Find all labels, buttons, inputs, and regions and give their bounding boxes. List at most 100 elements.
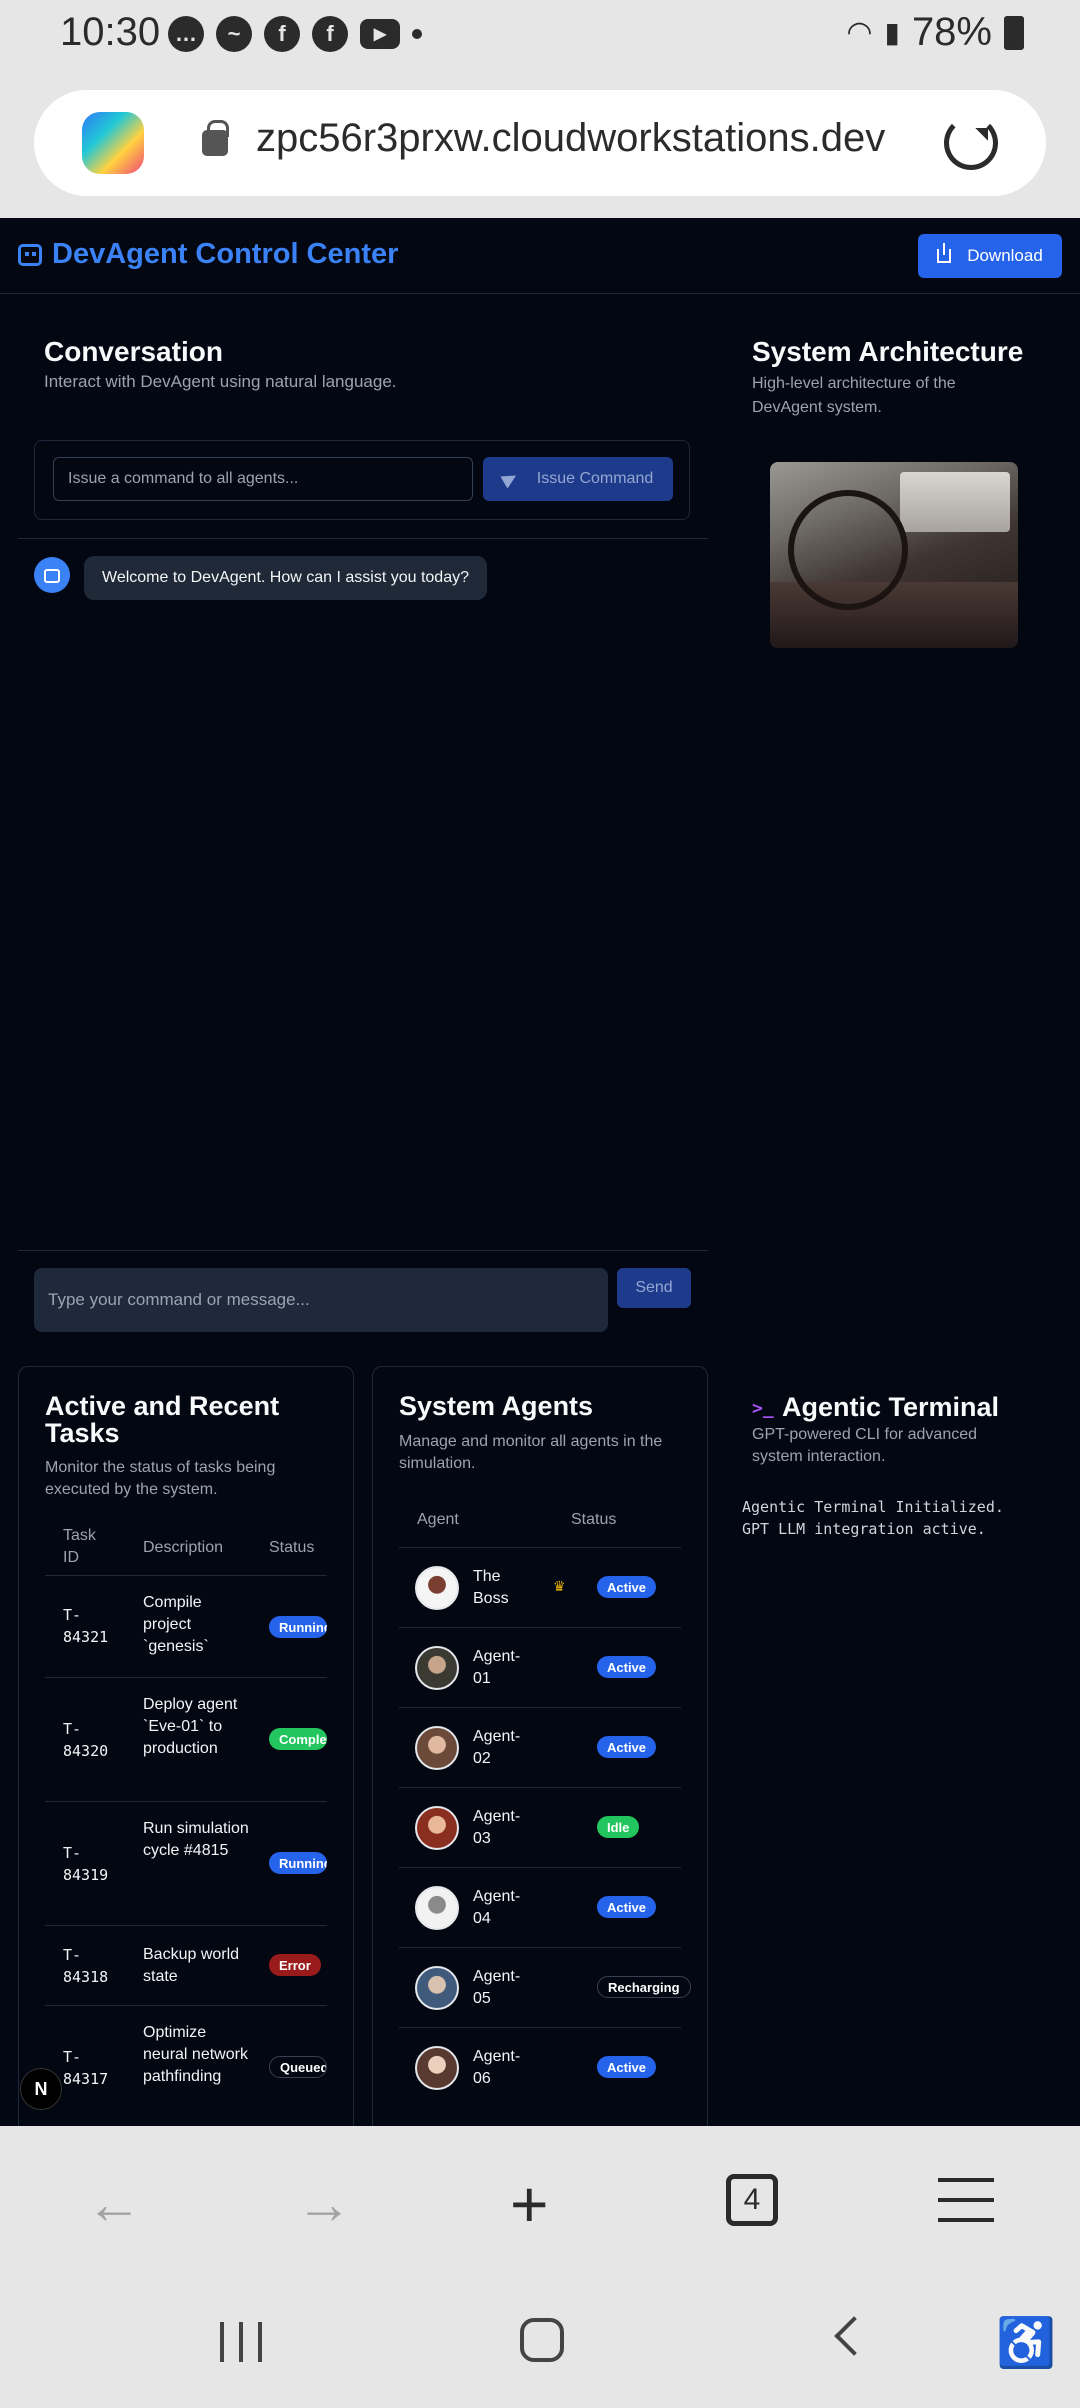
- agents-card: System Agents Manage and monitor all age…: [372, 1366, 708, 2126]
- chat-message: Welcome to DevAgent. How can I assist yo…: [84, 556, 487, 600]
- architecture-image: [770, 462, 1018, 648]
- divider: [18, 1250, 708, 1251]
- status-time: 10:30: [60, 10, 161, 54]
- signal-icon: ▮: [884, 17, 900, 48]
- image-steering-wheel: [788, 490, 908, 610]
- task-id: T-84319: [63, 1844, 109, 1884]
- new-tab-icon[interactable]: +: [510, 2171, 549, 2237]
- agents-subtitle: Manage and monitor all agents in the sim…: [399, 1433, 663, 1472]
- status-badge: Error: [269, 1954, 321, 1976]
- agent-row[interactable]: The Boss ♛ Active: [399, 1547, 681, 1627]
- url-text[interactable]: zpc56r3prxw.cloudworkstations.dev: [256, 116, 885, 161]
- agent-row[interactable]: Agent-06 Active: [399, 2027, 681, 2107]
- agent-name: Agent-06: [473, 2048, 521, 2087]
- agent-row[interactable]: Agent-05 Recharging: [399, 1947, 691, 2027]
- broadcast-command-box: Issue Command: [34, 440, 690, 520]
- menu-icon[interactable]: [938, 2178, 994, 2222]
- dot-icon: [412, 29, 422, 39]
- issue-command-button[interactable]: Issue Command: [483, 457, 673, 501]
- agent-row[interactable]: Agent-04 Active: [399, 1867, 681, 1947]
- status-badge: Queued: [269, 2056, 327, 2078]
- chat-bubble-icon: …: [168, 16, 204, 52]
- facebook-icon: f: [264, 16, 300, 52]
- task-id: T-84318: [63, 1946, 109, 1986]
- message-input[interactable]: [34, 1268, 608, 1332]
- browser-bottom-nav: ← → + 4: [0, 2126, 1080, 2276]
- architecture-subtitle: High-level architecture of the DevAgent …: [752, 375, 956, 416]
- status-badge: Idle: [597, 1816, 640, 1838]
- th-status: Status: [269, 1539, 315, 1556]
- app-title[interactable]: DevAgent Control Center: [52, 238, 398, 271]
- send-icon: [500, 469, 520, 489]
- status-badge: Active: [597, 1736, 657, 1758]
- download-icon: [937, 243, 952, 263]
- status-badge: Active: [597, 1576, 657, 1598]
- battery-icon: [1004, 15, 1024, 50]
- agent-name: Agent-01: [473, 1648, 521, 1687]
- task-id: T-84317: [63, 2048, 109, 2088]
- address-bar[interactable]: zpc56r3prxw.cloudworkstations.dev: [34, 90, 1046, 196]
- table-row[interactable]: T-84319 Run simulation cycle #4815 Runni…: [45, 1801, 327, 1925]
- agent-row[interactable]: Agent-02 Active: [399, 1707, 681, 1787]
- dev-tools-badge[interactable]: N: [20, 2068, 62, 2110]
- crown-icon: ♛: [553, 1578, 566, 1594]
- accessibility-icon[interactable]: ♿: [996, 2314, 1056, 2371]
- status-bar: 10:30 … ~ f f ▶ ◠ ▮ 78%: [0, 0, 1080, 70]
- agent-row[interactable]: Agent-01 Active: [399, 1627, 681, 1707]
- agent-name: Agent-05: [473, 1968, 521, 2007]
- avatar: [415, 1726, 459, 1770]
- forward-arrow-icon[interactable]: →: [296, 2176, 352, 2232]
- terminal-subtitle: GPT-powered CLI for advanced system inte…: [752, 1426, 978, 1465]
- download-button[interactable]: Download: [918, 234, 1062, 278]
- facebook-icon: f: [312, 16, 348, 52]
- image-window: [900, 472, 1010, 532]
- tasks-card: Active and Recent Tasks Monitor the stat…: [18, 1366, 354, 2126]
- reload-icon[interactable]: [944, 116, 998, 170]
- task-description: Optimize neural network pathfinding: [143, 2024, 248, 2085]
- table-row[interactable]: T-84317 Optimize neural network pathfind…: [45, 2005, 327, 2126]
- task-id: T-84320: [63, 1720, 109, 1760]
- task-description: Deploy agent `Eve-01` to production: [143, 1696, 238, 1757]
- send-button[interactable]: Send: [617, 1268, 691, 1308]
- table-row[interactable]: T-84318 Backup world state Error: [45, 1925, 327, 2005]
- th-task-id: Task ID: [63, 1527, 96, 1566]
- recents-icon[interactable]: [220, 2322, 262, 2362]
- task-id: T-84321: [63, 1606, 109, 1646]
- home-icon[interactable]: [520, 2318, 564, 2362]
- back-arrow-icon[interactable]: ←: [86, 2176, 142, 2232]
- terminal-output[interactable]: Agentic Terminal Initialized. GPT LLM in…: [742, 1496, 1004, 1540]
- agent-row[interactable]: Agent-03 Idle: [399, 1787, 681, 1867]
- task-description: Backup world state: [143, 1946, 240, 1985]
- browser-toolbar: zpc56r3prxw.cloudworkstations.dev: [0, 70, 1080, 218]
- tabs-button[interactable]: 4: [726, 2174, 778, 2226]
- bot-avatar-icon: [34, 557, 70, 593]
- avatar: [415, 1886, 459, 1930]
- agent-name: Agent-02: [473, 1728, 521, 1767]
- avatar: [415, 1646, 459, 1690]
- top-nav: DevAgent Control Center Download: [0, 218, 1080, 294]
- download-label: Download: [967, 246, 1043, 265]
- table-row[interactable]: T-84320 Deploy agent `Eve-01` to product…: [45, 1677, 327, 1801]
- bot-icon: [18, 244, 42, 266]
- lock-icon[interactable]: [202, 120, 229, 156]
- table-row[interactable]: T-84321 Compile project `genesis` Runnin…: [45, 1575, 327, 1677]
- architecture-title: System Architecture: [752, 336, 1024, 367]
- task-description: Run simulation cycle #4815: [143, 1820, 249, 1859]
- app-viewport: DevAgent Control Center Download Convers…: [0, 218, 1080, 2126]
- broadcast-command-input[interactable]: [53, 457, 473, 501]
- status-badge: Running: [269, 1852, 327, 1874]
- back-icon[interactable]: [834, 2316, 874, 2356]
- messenger-icon: ~: [216, 16, 252, 52]
- youtube-icon: ▶: [360, 19, 400, 49]
- task-description: Compile project `genesis`: [143, 1594, 209, 1655]
- agent-name: The Boss: [473, 1568, 509, 1607]
- status-badge: Active: [597, 1896, 657, 1918]
- th-description: Description: [143, 1539, 224, 1556]
- th-status: Status: [571, 1511, 617, 1528]
- copilot-icon[interactable]: [82, 112, 144, 174]
- avatar: [415, 1966, 459, 2010]
- avatar: [415, 2046, 459, 2090]
- terminal-icon: >_: [752, 1398, 774, 1419]
- system-nav-bar: ♿: [0, 2276, 1080, 2408]
- wifi-icon: ◠: [846, 16, 873, 49]
